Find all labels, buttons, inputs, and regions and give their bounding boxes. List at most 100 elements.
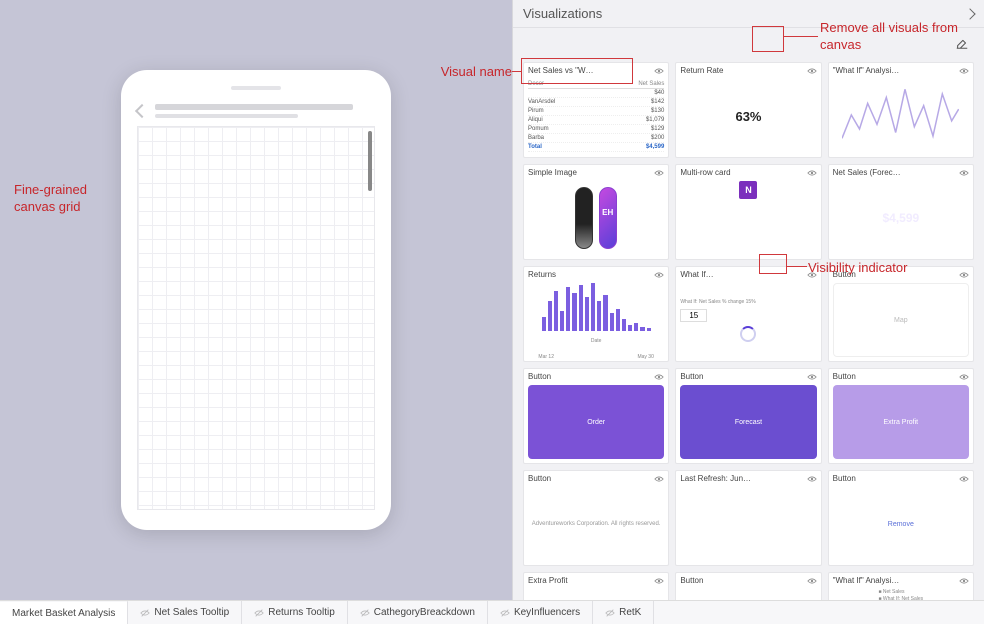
visualization-tile[interactable]: Simple Image [523, 164, 669, 260]
visualization-tile[interactable]: Button Profile report [675, 572, 821, 600]
tile-body: Forecast [676, 383, 820, 463]
tile-body: What If: Net Sales % change 15%15 [676, 281, 820, 361]
tile-body: DecorNet Sales$40VanArsdel$142Pirum$130A… [524, 77, 668, 157]
visualization-tile[interactable]: Button Extra Profit [828, 368, 974, 464]
visibility-indicator-icon[interactable] [807, 373, 817, 381]
back-icon[interactable] [135, 104, 149, 118]
visualization-tile[interactable]: What If… What If: Net Sales % change 15%1… [675, 266, 821, 362]
phone-canvas-grid[interactable] [137, 126, 375, 510]
report-tabs: Market Basket Analysis Net Sales Tooltip R… [0, 600, 984, 624]
tile-body: Map [829, 281, 973, 361]
visibility-indicator-icon[interactable] [807, 577, 817, 585]
tile-name: "What If" Analysi… [833, 576, 959, 585]
visibility-indicator-icon[interactable] [959, 169, 969, 177]
visualization-tile[interactable]: Net Sales (Forec… $4,599 [828, 164, 974, 260]
visibility-indicator-icon[interactable] [807, 475, 817, 483]
tile-body: $4,599 [524, 587, 668, 600]
tab-label: Market Basket Analysis [12, 608, 115, 619]
visualizations-panel: Visualizations Net Sales vs "W… DecorNet … [512, 0, 984, 600]
tile-body: ■ Net Sales■ What If: Net Sales [829, 587, 973, 600]
canvas-area [0, 0, 512, 600]
report-tab[interactable]: CathegoryBreackdown [348, 601, 488, 624]
tile-body: Profile report [676, 587, 820, 600]
visibility-indicator-icon[interactable] [654, 475, 664, 483]
visualization-tile[interactable]: Button Forecast [675, 368, 821, 464]
tab-label: CathegoryBreackdown [374, 607, 475, 618]
visualization-tile[interactable]: Button Adventureworks Corporation. All ri… [523, 470, 669, 566]
visibility-indicator-icon[interactable] [959, 271, 969, 279]
tile-name: Net Sales vs "W… [528, 66, 654, 75]
visibility-indicator-icon[interactable] [654, 373, 664, 381]
tile-body: Extra Profit [829, 383, 973, 463]
tile-body: N [676, 179, 820, 259]
tile-name: Button [680, 372, 806, 381]
tile-name: Button [833, 372, 959, 381]
visualization-tile[interactable]: Button Map [828, 266, 974, 362]
visualization-tile[interactable]: ButtonRemove [828, 470, 974, 566]
tile-body: Order [524, 383, 668, 463]
tile-name: Button [528, 474, 654, 483]
tile-name: Button [528, 372, 654, 381]
report-tab[interactable]: Market Basket Analysis [0, 600, 128, 624]
visualization-tile[interactable]: Multi-row card N [675, 164, 821, 260]
visualization-tile[interactable]: Return Rate 63% [675, 62, 821, 158]
hidden-icon [360, 608, 370, 618]
tile-name: Last Refresh: Jun… [680, 474, 806, 483]
tile-name: Returns [528, 270, 654, 279]
panel-title: Visualizations [523, 6, 602, 21]
visualization-tile[interactable]: Extra Profit $4,599 [523, 572, 669, 600]
phone-mockup [121, 70, 391, 530]
report-tab[interactable]: Returns Tooltip [242, 601, 348, 624]
tile-body [829, 77, 973, 157]
tile-name: Return Rate [680, 66, 806, 75]
visibility-indicator-icon[interactable] [959, 67, 969, 75]
hidden-icon [605, 608, 615, 618]
visualization-tile[interactable]: Button Order [523, 368, 669, 464]
tile-name: What If… [680, 270, 806, 279]
visibility-indicator-icon[interactable] [654, 67, 664, 75]
visibility-indicator-icon[interactable] [654, 577, 664, 585]
tab-label: RetK [619, 607, 641, 618]
visibility-indicator-icon[interactable] [959, 475, 969, 483]
visibility-indicator-icon[interactable] [654, 271, 664, 279]
visibility-indicator-icon[interactable] [959, 577, 969, 585]
visualization-tile[interactable]: Returns Mar 12May 30Date [523, 266, 669, 362]
tile-name: Simple Image [528, 168, 654, 177]
visualization-tile[interactable]: Net Sales vs "W… DecorNet Sales$40VanArsd… [523, 62, 669, 158]
tab-label: Returns Tooltip [268, 607, 335, 618]
visibility-indicator-icon[interactable] [807, 271, 817, 279]
tile-name: Multi-row card [680, 168, 806, 177]
tile-name: Extra Profit [528, 576, 654, 585]
tile-body: Mar 12May 30Date [524, 281, 668, 361]
visualization-tile[interactable]: Last Refresh: Jun… [675, 470, 821, 566]
tab-label: Net Sales Tooltip [154, 607, 229, 618]
report-tab[interactable]: Net Sales Tooltip [128, 601, 242, 624]
hidden-icon [500, 608, 510, 618]
remove-all-visuals-button[interactable] [950, 32, 974, 54]
visibility-indicator-icon[interactable] [654, 169, 664, 177]
visibility-indicator-icon[interactable] [807, 67, 817, 75]
visualization-tile[interactable]: "What If" Analysi… ■ Net Sales■ What If: … [828, 572, 974, 600]
tile-name: Button [833, 270, 959, 279]
visualization-tile[interactable]: "What If" Analysi… [828, 62, 974, 158]
visibility-indicator-icon[interactable] [807, 169, 817, 177]
phone-scrollbar[interactable] [368, 131, 372, 505]
tile-body [676, 485, 820, 565]
tile-body [524, 179, 668, 259]
tile-name: Button [680, 576, 806, 585]
tile-body: $4,599 [829, 179, 973, 259]
report-tab[interactable]: KeyInfluencers [488, 601, 593, 624]
tile-name: "What If" Analysi… [833, 66, 959, 75]
tile-body: Adventureworks Corporation. All rights r… [524, 485, 668, 565]
phone-title-placeholder [155, 104, 375, 118]
tile-body: 63% [676, 77, 820, 157]
phone-speaker [231, 86, 281, 90]
tile-name: Button [833, 474, 959, 483]
visibility-indicator-icon[interactable] [959, 373, 969, 381]
chevron-right-icon[interactable] [964, 8, 975, 19]
hidden-icon [254, 608, 264, 618]
hidden-icon [140, 608, 150, 618]
tile-name: Net Sales (Forec… [833, 168, 959, 177]
visualizations-grid: Net Sales vs "W… DecorNet Sales$40VanArsd… [513, 60, 984, 600]
report-tab[interactable]: RetK [593, 601, 654, 624]
